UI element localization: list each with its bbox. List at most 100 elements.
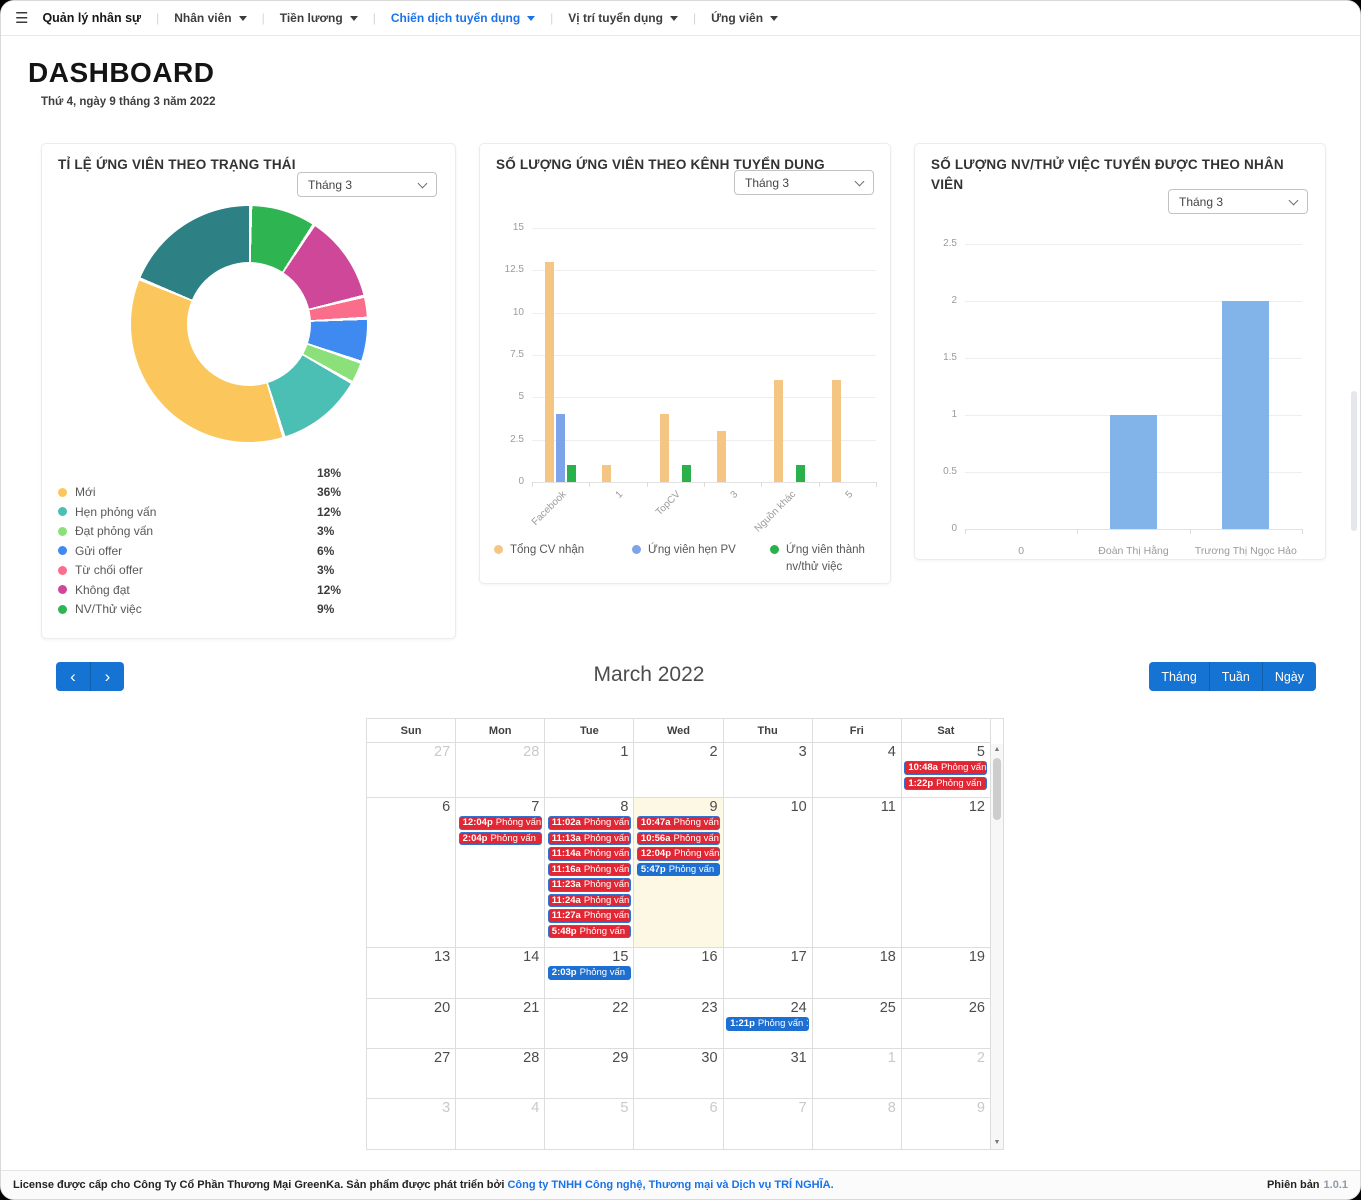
y-tick-label: 2.5 [510,434,524,445]
calendar-day-cell[interactable]: 25 [813,999,902,1048]
legend-value: 36% [317,485,341,499]
calendar-day-cell[interactable]: 6 [367,798,456,947]
legend-label: Mới [75,485,96,499]
calendar-event[interactable]: 12:04pPhỏng vấn [459,816,542,830]
calendar-day-cell[interactable]: 1 [813,1049,902,1098]
calendar-day-cell[interactable]: 6 [634,1099,723,1149]
day-number: 1 [545,743,633,761]
calendar-event[interactable]: 12:04pPhỏng vấn [637,847,720,861]
calendar-event[interactable]: 11:02aPhỏng vấn [548,816,631,830]
day-number: 8 [813,1099,901,1117]
calendar-day-cell[interactable]: 1 [545,743,634,797]
nav-item-tiền-lương[interactable]: Tiền lương [280,11,358,25]
calendar-day-cell[interactable]: 5 [545,1099,634,1149]
view-button-tuần[interactable]: Tuần [1209,662,1262,691]
calendar-day-cell[interactable]: 28 [456,1049,545,1098]
calendar-day-cell[interactable]: 28 [456,743,545,797]
calendar-day-cell[interactable]: 2 [902,1049,990,1098]
scrollbar-thumb[interactable] [993,758,1001,820]
calendar-event[interactable]: 11:16aPhỏng vấn [548,863,631,877]
calendar-day-cell[interactable]: 19 [902,948,990,998]
chevron-down-icon [855,176,865,186]
calendar-event[interactable]: 11:27aPhỏng vấn [548,909,631,923]
recruiter-chart-card: SỐ LƯỢNG NV/THỬ VIỆC TUYỂN ĐƯỢC THEO NHÂ… [914,143,1326,560]
calendar-event[interactable]: 11:13aPhỏng vấn [548,832,631,846]
calendar-day-cell[interactable]: 18 [813,948,902,998]
x-tick-label: Đoàn Thị Hằng [1098,545,1168,557]
calendar-day-cell[interactable]: 811:02aPhỏng vấn 11:13aPhỏng vấn11:14aPhỏ… [545,798,634,947]
view-button-tháng[interactable]: Tháng [1149,662,1208,691]
bar-group [704,228,761,482]
calendar-event[interactable]: 11:14aPhỏng vấn [548,847,631,861]
month-filter-select[interactable]: Tháng 3 [297,172,437,197]
event-title: Phỏng vấn [584,879,629,890]
calendar-day-cell[interactable]: 17 [724,948,813,998]
calendar-event[interactable]: 1:21pPhỏng vấn 1 [726,1017,809,1031]
developer-link[interactable]: Công ty TNHH Công nghệ, Thương mại và Dị… [507,1179,833,1191]
month-filter-select[interactable]: Tháng 3 [734,170,874,195]
calendar-day-cell[interactable]: 241:21pPhỏng vấn 1 [724,999,813,1048]
calendar-event[interactable]: 5:47pPhỏng vấn [637,863,720,877]
calendar-day-cell[interactable]: 8 [813,1099,902,1149]
day-number: 8 [545,798,633,816]
calendar-event[interactable]: 5:48pPhỏng vấn [548,925,631,939]
calendar-day-cell[interactable]: 14 [456,948,545,998]
event-list: 10:47aPhỏng vấn 10:56aPhỏng vấn12:04pPhỏn… [634,816,722,876]
calendar-day-cell[interactable]: 22 [545,999,634,1048]
calendar-day-cell[interactable]: 10 [724,798,813,947]
calendar-event[interactable]: 10:48aPhỏng vấn [904,761,987,775]
calendar-day-cell[interactable]: 9 [902,1099,990,1149]
calendar-scrollbar[interactable]: ▲ ▼ [991,744,1003,1149]
day-number: 3 [367,1099,455,1117]
calendar-event[interactable]: 2:03pPhỏng vấn [548,966,631,980]
bar-chart: 02.557.51012.515Facebook1TopCV3Nguồn khá… [532,228,876,483]
calendar-day-cell[interactable]: 712:04pPhỏng vấn2:04pPhỏng vấn [456,798,545,947]
calendar-event[interactable]: 1:22pPhỏng vấn [904,777,987,791]
bar-group [1077,244,1189,529]
month-filter-select[interactable]: Tháng 3 [1168,189,1308,214]
calendar-day-cell[interactable]: 21 [456,999,545,1048]
calendar-day-cell[interactable]: 27 [367,1049,456,1098]
calendar-day-cell[interactable]: 13 [367,948,456,998]
legend-value: 12% [317,583,341,597]
nav-item-vị-trí-tuyển-dụng[interactable]: Vị trí tuyển dụng [568,11,678,25]
calendar-event[interactable]: 11:24aPhỏng vấn [548,894,631,908]
calendar-day-cell[interactable]: 7 [724,1099,813,1149]
calendar-event[interactable]: 10:56aPhỏng vấn [637,832,720,846]
page-scrollbar-thumb[interactable] [1351,391,1357,531]
calendar-day-cell[interactable]: 20 [367,999,456,1048]
calendar-day-cell[interactable]: 910:47aPhỏng vấn10:56aPhỏng vấn12:04pPhỏ… [634,798,723,947]
calendar-day-cell[interactable]: 31 [724,1049,813,1098]
event-title: Phỏng vấn [584,817,629,828]
day-number: 11 [813,798,901,816]
calendar-day-cell[interactable]: 152:03pPhỏng vấn [545,948,634,998]
calendar-event[interactable]: 10:47aPhỏng vấn [637,816,720,830]
calendar-event[interactable]: 11:23aPhỏng vấn [548,878,631,892]
nav-item-chiến-dịch-tuyển-dụng[interactable]: Chiến dịch tuyển dụng [391,11,535,25]
calendar-day-cell[interactable]: 12 [902,798,990,947]
nav-item-ứng-viên[interactable]: Ứng viên [711,11,778,25]
calendar-day-cell[interactable]: 4 [813,743,902,797]
menu-icon[interactable]: ☰ [15,9,28,27]
calendar-day-cell[interactable]: 16 [634,948,723,998]
calendar-day-cell[interactable]: 30 [634,1049,723,1098]
app-brand[interactable]: Quản lý nhân sự [42,11,141,25]
calendar-day-cell[interactable]: 26 [902,999,990,1048]
calendar-day-cell[interactable]: 2 [634,743,723,797]
calendar-day-header-row: SunMonTueWedThuFriSat [367,719,991,743]
calendar-day-cell[interactable]: 29 [545,1049,634,1098]
calendar-day-cell[interactable]: 510:48aPhỏng vấn1:22pPhỏng vấn [902,743,990,797]
calendar-day-cell[interactable]: 23 [634,999,723,1048]
bar-group [965,244,1077,529]
calendar-day-cell[interactable]: 3 [367,1099,456,1149]
calendar-event[interactable]: 2:04pPhỏng vấn [459,832,542,846]
scroll-up-icon[interactable]: ▲ [994,744,1001,756]
legend-row: Đạt phỏng vấn3% [58,522,439,542]
calendar-day-cell[interactable]: 3 [724,743,813,797]
calendar-day-cell[interactable]: 4 [456,1099,545,1149]
calendar-day-cell[interactable]: 27 [367,743,456,797]
scroll-down-icon[interactable]: ▼ [994,1137,1001,1149]
calendar-day-cell[interactable]: 11 [813,798,902,947]
view-button-ngày[interactable]: Ngày [1262,662,1316,691]
nav-item-nhân-viên[interactable]: Nhân viên [174,11,246,25]
